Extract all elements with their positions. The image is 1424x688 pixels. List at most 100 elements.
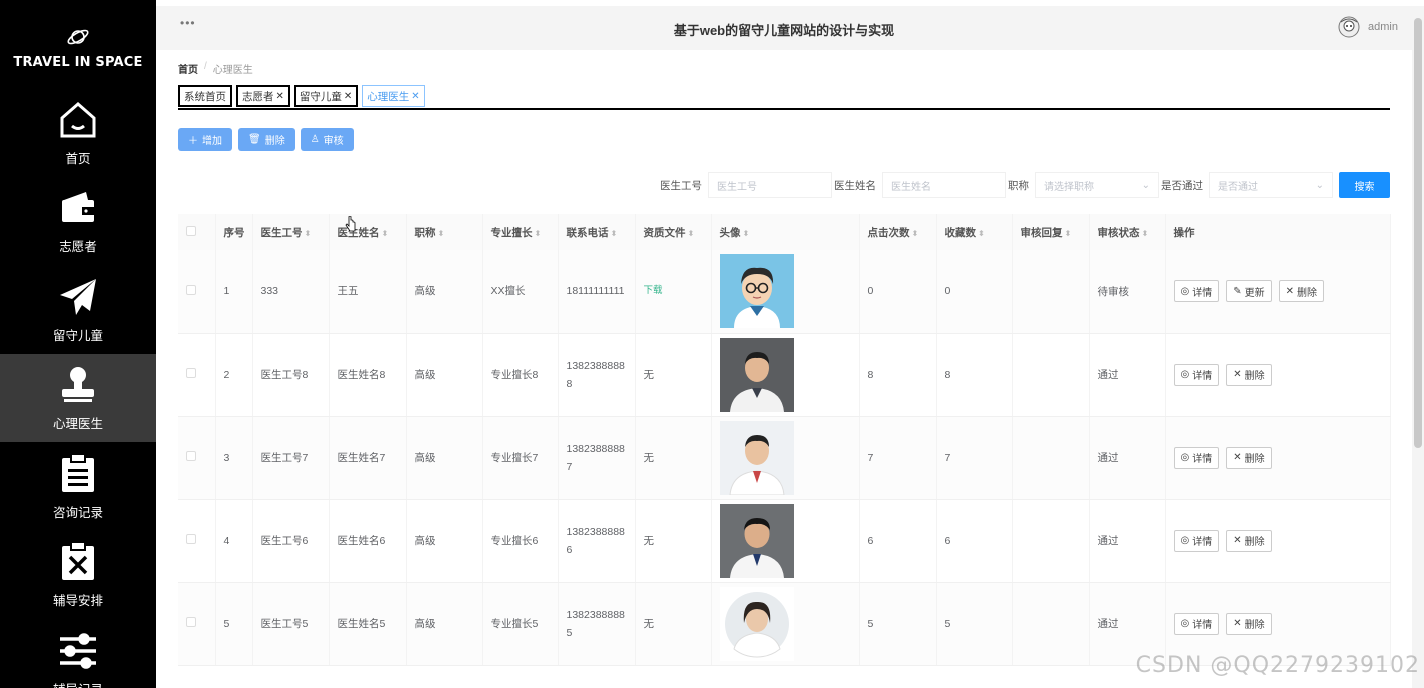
- sort-icon[interactable]: ⬍: [611, 229, 618, 238]
- row-checkbox[interactable]: [186, 368, 196, 378]
- col-header[interactable]: 医生工号 ⬍: [252, 214, 330, 250]
- cell-text: 13823888887: [566, 442, 625, 473]
- delete-row-button[interactable]: ✕ 删除: [1226, 612, 1272, 635]
- op-label: 详情: [1192, 287, 1213, 299]
- cell-text: 医生工号8: [260, 368, 309, 381]
- sidebar-item-doctor[interactable]: 心理医生: [0, 353, 156, 442]
- select-all-cell[interactable]: [178, 214, 216, 250]
- doctor-id-placeholder: 医生工号: [717, 181, 757, 193]
- cell-clicks: 7: [859, 416, 937, 500]
- col-header[interactable]: 审核回复 ⬍: [1012, 214, 1090, 250]
- tab-home[interactable]: 系统首页: [178, 85, 232, 107]
- sort-icon[interactable]: ⬍: [1065, 229, 1072, 238]
- sidebar-item-label: 辅导记录: [53, 679, 103, 688]
- close-icon[interactable]: ✕: [344, 91, 352, 102]
- delete-row-button[interactable]: ✕ 删除: [1278, 280, 1325, 303]
- row-checkbox[interactable]: [186, 617, 196, 627]
- delete-row-button[interactable]: ✕ 删除: [1226, 446, 1272, 469]
- tab-doctor[interactable]: 心理医生 ✕: [362, 85, 425, 107]
- delete-button[interactable]: 🗑 删除: [238, 128, 295, 151]
- col-header[interactable]: 医生姓名 ⬍: [329, 214, 407, 250]
- cell-reply: [1012, 333, 1090, 417]
- row-checkbox[interactable]: [186, 534, 196, 544]
- detail-button[interactable]: ◎ 详情: [1173, 529, 1220, 552]
- col-header[interactable]: 点击次数 ⬍: [859, 214, 937, 250]
- eye-icon: ◎: [1180, 452, 1190, 463]
- cell-text: XX擅长: [490, 285, 526, 298]
- cell-text: 高级: [414, 617, 436, 630]
- update-button[interactable]: ✎ 更新: [1226, 280, 1272, 303]
- cell-text: 医生姓名6: [337, 534, 386, 547]
- sort-icon[interactable]: ⬍: [688, 229, 695, 238]
- sidebar-item-children[interactable]: 留守儿童: [0, 265, 156, 354]
- sort-icon[interactable]: ⬍: [743, 229, 750, 238]
- cell-text: 专业擅长8: [490, 368, 539, 381]
- sort-icon[interactable]: ⬍: [535, 229, 542, 238]
- search-button[interactable]: 搜索: [1339, 172, 1390, 198]
- sidebar-item-schedule[interactable]: 辅导安排: [0, 531, 156, 620]
- table-header-row: 序号 医生工号 ⬍ 医生姓名 ⬍ 职称 ⬍ 专业擅长 ⬍ 联系电话 ⬍ 资质文件 ⬍ 头像 ⬍…: [178, 214, 1391, 250]
- scrollbar-thumb[interactable]: [1414, 18, 1422, 448]
- row-select-cell[interactable]: [178, 250, 216, 334]
- doctor-id-input[interactable]: 医生工号: [708, 172, 832, 198]
- clipboard-list-icon: [62, 452, 94, 492]
- sort-icon[interactable]: ⬍: [978, 229, 985, 238]
- delete-row-button[interactable]: ✕ 删除: [1226, 363, 1272, 386]
- close-icon[interactable]: ✕: [276, 91, 284, 102]
- stamp-icon: [62, 367, 94, 403]
- doctor-photo: [719, 254, 794, 329]
- add-button[interactable]: ＋ 增加: [178, 128, 232, 151]
- sidebar-item-home[interactable]: 首页: [0, 88, 156, 177]
- title-placeholder: 请选择职称: [1044, 181, 1094, 193]
- cell-title: 高级: [406, 416, 483, 500]
- detail-button[interactable]: ◎ 详情: [1173, 280, 1220, 303]
- sort-icon[interactable]: ⬍: [912, 229, 919, 238]
- tab-volunteer[interactable]: 志愿者 ✕: [236, 85, 290, 107]
- sort-icon[interactable]: ⬍: [1142, 229, 1149, 238]
- audit-button[interactable]: ♙ 审核: [300, 128, 354, 151]
- doctor-name-input[interactable]: 医生姓名: [882, 172, 1006, 198]
- user-menu[interactable]: admin: [1338, 16, 1398, 38]
- cell-text: 6: [944, 534, 951, 547]
- sidebar-item-consult-records[interactable]: 咨询记录: [0, 442, 156, 531]
- username: admin: [1368, 21, 1398, 33]
- row-select-cell[interactable]: [178, 416, 216, 500]
- cell-clicks: 0: [859, 250, 937, 334]
- cell-text: 医生姓名5: [337, 617, 386, 630]
- sidebar-item-records[interactable]: 辅导记录: [0, 619, 156, 688]
- col-header[interactable]: 专业擅长 ⬍: [482, 214, 559, 250]
- sidebar-item-volunteer[interactable]: 志愿者: [0, 177, 156, 266]
- row-checkbox[interactable]: [186, 284, 196, 295]
- col-header[interactable]: 资质文件 ⬍: [635, 214, 712, 250]
- detail-button[interactable]: ◎ 详情: [1173, 612, 1220, 635]
- row-select-cell[interactable]: [178, 582, 216, 666]
- col-header[interactable]: 审核状态 ⬍: [1089, 214, 1166, 250]
- col-header[interactable]: 收藏数 ⬍: [936, 214, 1013, 250]
- title-select[interactable]: 请选择职称 ⌄: [1035, 172, 1159, 198]
- col-header[interactable]: 职称 ⬍: [406, 214, 483, 250]
- cell-id: 医生工号6: [252, 499, 330, 583]
- row-checkbox[interactable]: [186, 451, 196, 461]
- col-label: 联系电话: [566, 226, 609, 239]
- passed-select[interactable]: 是否通过 ⌄: [1209, 172, 1333, 198]
- download-link[interactable]: 下载: [644, 282, 704, 300]
- op-label: 详情: [1192, 620, 1213, 631]
- breadcrumb-home[interactable]: 首页: [178, 61, 198, 76]
- sort-icon[interactable]: ⬍: [438, 229, 445, 238]
- col-header[interactable]: 头像 ⬍: [711, 214, 860, 250]
- sort-icon[interactable]: ⬍: [305, 229, 312, 238]
- col-label: 点击次数: [867, 226, 910, 239]
- close-icon[interactable]: ✕: [411, 91, 419, 102]
- col-header[interactable]: 联系电话 ⬍: [558, 214, 636, 250]
- row-select-cell[interactable]: [178, 333, 216, 417]
- cell-title: 高级: [406, 333, 483, 417]
- sort-icon[interactable]: ⬍: [382, 229, 389, 238]
- select-all-checkbox[interactable]: [186, 225, 196, 236]
- tab-children[interactable]: 留守儿童 ✕: [293, 85, 359, 107]
- delete-row-button[interactable]: ✕ 删除: [1226, 529, 1272, 552]
- row-select-cell[interactable]: [178, 499, 216, 583]
- detail-button[interactable]: ◎ 详情: [1173, 363, 1220, 386]
- detail-button[interactable]: ◎ 详情: [1173, 446, 1220, 469]
- page-scrollbar[interactable]: [1412, 6, 1424, 688]
- cell-file: 无: [635, 582, 712, 666]
